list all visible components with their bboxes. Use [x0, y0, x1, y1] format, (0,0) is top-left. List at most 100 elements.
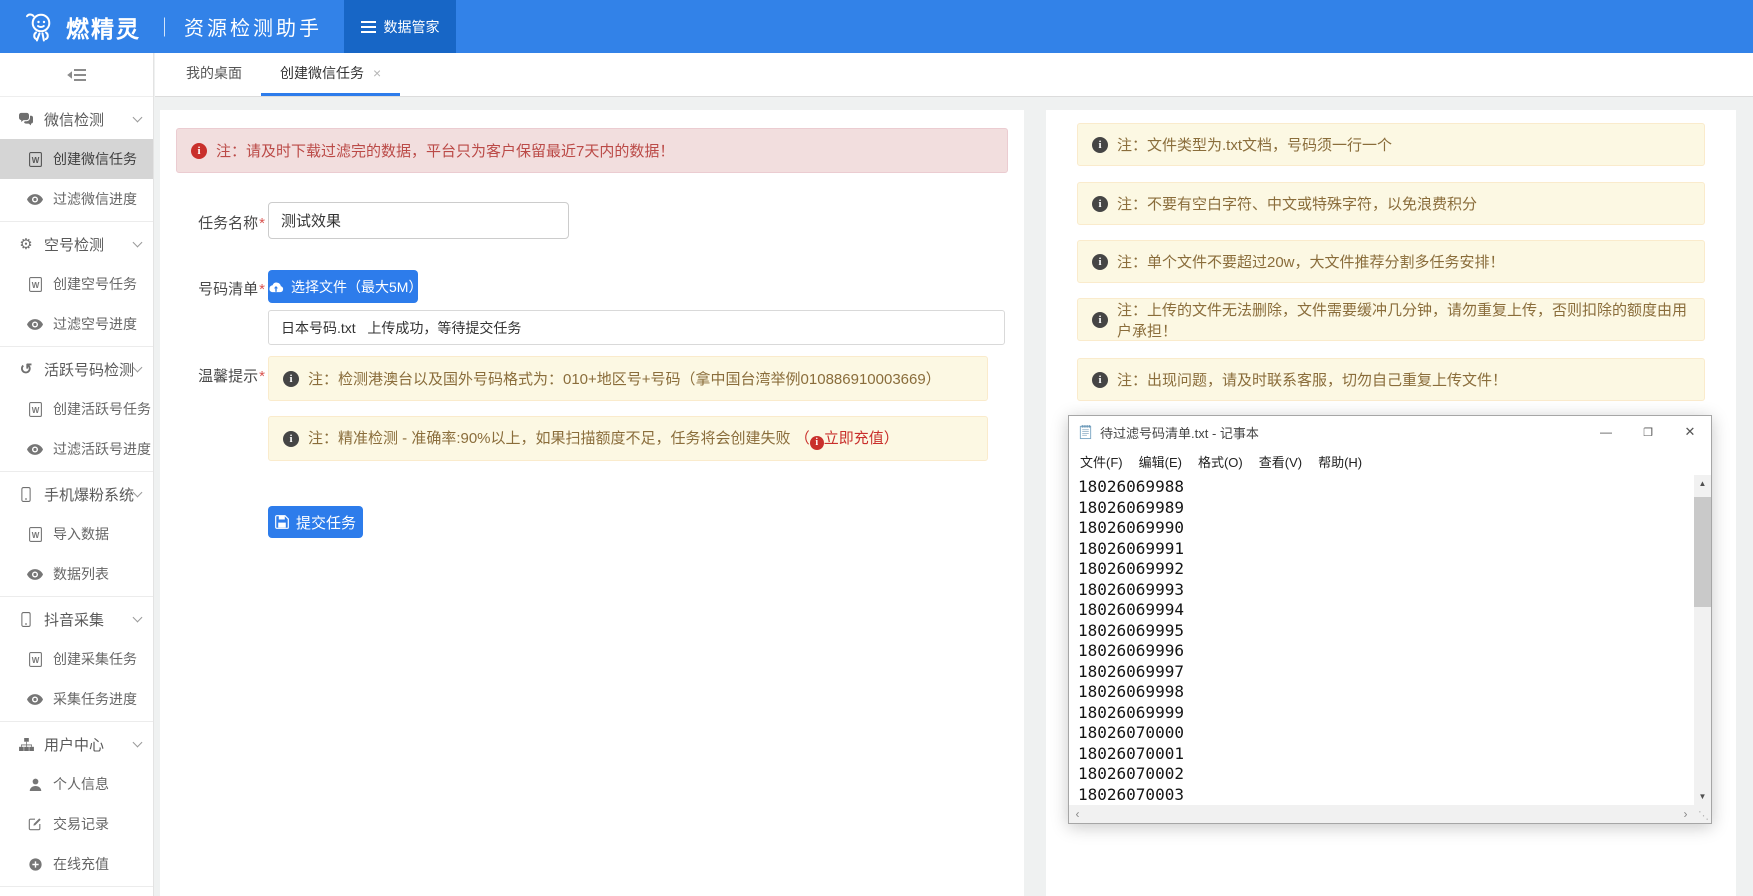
sidebar-item-label: 过滤微信进度 [53, 189, 137, 209]
choose-file-button[interactable]: 选择文件（最大5M） [268, 270, 418, 303]
note-text: 注：出现问题，请及时联系客服，切勿自己重复上传文件！ [1117, 369, 1507, 390]
sidebar-group-douyin-collect[interactable]: 抖音采集 [0, 599, 153, 639]
close-button[interactable]: ✕ [1669, 416, 1711, 448]
info-icon: i [191, 143, 207, 159]
gear-icon: ⚙ [17, 237, 35, 252]
data-manager-button[interactable]: 数据管家 [344, 0, 456, 53]
sidebar-item-label: 创建微信任务 [53, 149, 137, 169]
menu-help[interactable]: 帮助(H) [1310, 452, 1370, 471]
sitemap-icon [17, 738, 35, 751]
file-word-icon: W [27, 277, 43, 292]
phone-number-line: 18026069995 [1078, 621, 1694, 642]
menu-edit[interactable]: 编辑(E) [1131, 452, 1190, 471]
notes-panel: i 注：文件类型为.txt文档，号码须一行一个 i 注：不要有空白字符、中文或特… [1046, 110, 1736, 896]
tab-label: 创建微信任务 [280, 63, 364, 83]
tab-create-wechat-task[interactable]: 创建微信任务 × [261, 53, 400, 96]
note-contact-support: i 注：出现问题，请及时联系客服，切勿自己重复上传文件！ [1077, 358, 1705, 401]
eye-icon [27, 569, 43, 580]
tab-close-icon[interactable]: × [373, 65, 381, 81]
sidebar-group-wechat-check[interactable]: 微信检测 [0, 99, 153, 139]
phone-number-line: 18026070000 [1078, 723, 1694, 744]
horizontal-scrollbar[interactable]: ‹ › [1069, 805, 1694, 823]
scroll-up-icon[interactable]: ▲ [1694, 475, 1711, 492]
scroll-right-icon[interactable]: › [1677, 805, 1694, 823]
sidebar-item-create-collect-task[interactable]: W 创建采集任务 [0, 639, 153, 679]
sidebar-group-active-number-check[interactable]: ↺ 活跃号码检测 [0, 349, 153, 389]
vertical-scrollbar[interactable]: ▲ ▼ [1694, 475, 1711, 805]
comments-icon [17, 112, 35, 126]
eye-icon [27, 194, 43, 205]
upload-cloud-icon [268, 281, 284, 293]
menu-file[interactable]: 文件(F) [1072, 452, 1131, 471]
data-manager-label: 数据管家 [384, 17, 440, 37]
sidebar-item-filter-active-progress[interactable]: 过滤活跃号进度 [0, 429, 153, 469]
app-header: 燃精灵 ｜ 资源检测助手 数据管家 [0, 0, 1753, 53]
sidebar-item-create-empty-task[interactable]: W 创建空号任务 [0, 264, 153, 304]
minimize-button[interactable]: — [1585, 416, 1627, 448]
scroll-left-icon[interactable]: ‹ [1069, 805, 1086, 823]
phone-number-line: 18026069994 [1078, 600, 1694, 621]
sidebar-item-create-active-task[interactable]: W 创建活跃号任务 [0, 389, 153, 429]
sidebar-item-collect-task-progress[interactable]: 采集任务进度 [0, 679, 153, 719]
svg-text:W: W [31, 406, 39, 415]
sidebar-item-create-wechat-task[interactable]: W 创建微信任务 [0, 139, 153, 179]
phone-number-line: 18026069990 [1078, 518, 1694, 539]
phone-number-line: 18026069997 [1078, 662, 1694, 683]
sidebar-group: 手机爆粉系统 W 导入数据 数据列表 [0, 472, 153, 597]
sidebar-item-label: 创建活跃号任务 [53, 399, 151, 419]
sidebar-group: 抖音采集 W 创建采集任务 采集任务进度 [0, 597, 153, 722]
format-tip-text: 注：检测港澳台以及国外号码格式为：010+地区号+号码（拿中国台湾举例01088… [308, 368, 941, 389]
sidebar-item-label: 采集任务进度 [53, 689, 137, 709]
sidebar-group-empty-number-check[interactable]: ⚙ 空号检测 [0, 224, 153, 264]
chevron-down-icon [133, 237, 143, 247]
svg-text:W: W [31, 281, 39, 290]
phone-number-line: 18026069991 [1078, 539, 1694, 560]
submit-task-label: 提交任务 [296, 512, 356, 533]
sidebar-group: ⚙ 空号检测 W 创建空号任务 过滤空号进度 [0, 222, 153, 347]
sidebar-group-phone-fans-system[interactable]: 手机爆粉系统 [0, 474, 153, 514]
choose-file-label: 选择文件（最大5M） [291, 277, 418, 297]
sidebar-item-online-recharge[interactable]: 在线充值 [0, 844, 153, 884]
sidebar-item-transaction-records[interactable]: 交易记录 [0, 804, 153, 844]
task-name-input[interactable] [268, 202, 569, 239]
task-name-label: 任务名称* [175, 212, 265, 233]
upload-status-box: 日本号码.txt 上传成功，等待提交任务 [268, 310, 1005, 345]
notepad-text-area[interactable]: 18026069988 18026069989 18026069990 1802… [1069, 475, 1694, 805]
info-icon: i [1092, 254, 1108, 270]
brand-name: 燃精灵 [66, 10, 141, 44]
resize-grip-icon[interactable]: ⋱ [1694, 805, 1711, 823]
sidebar-item-data-list[interactable]: 数据列表 [0, 554, 153, 594]
info-icon: i [283, 431, 299, 447]
sidebar-group-user-center[interactable]: 用户中心 [0, 724, 153, 764]
sidebar-item-label: 创建采集任务 [53, 649, 137, 669]
plus-circle-icon [27, 858, 43, 871]
scroll-down-icon[interactable]: ▼ [1694, 788, 1711, 805]
menu-format[interactable]: 格式(O) [1190, 452, 1251, 471]
menu-view[interactable]: 查看(V) [1251, 452, 1310, 471]
maximize-button[interactable]: ❐ [1627, 416, 1669, 448]
sidebar-item-filter-empty-progress[interactable]: 过滤空号进度 [0, 304, 153, 344]
sidebar-item-personal-info[interactable]: 个人信息 [0, 764, 153, 804]
sidebar-group: ↺ 活跃号码检测 W 创建活跃号任务 过滤活跃号进度 [0, 347, 153, 472]
sidebar-item-import-data[interactable]: W 导入数据 [0, 514, 153, 554]
recharge-now-link[interactable]: 立即充值 [824, 430, 884, 447]
sidebar-group-label: 用户中心 [44, 734, 134, 755]
tab-my-desktop[interactable]: 我的桌面 [167, 53, 261, 96]
phone-number-line: 18026069988 [1078, 477, 1694, 498]
phone-number-line: 18026069999 [1078, 703, 1694, 724]
file-word-icon: W [27, 402, 43, 417]
number-list-label: 号码清单* [175, 278, 265, 299]
sidebar-collapse-icon[interactable] [66, 68, 87, 82]
product-title: 资源检测助手 [184, 12, 322, 41]
sidebar-item-filter-wechat-progress[interactable]: 过滤微信进度 [0, 179, 153, 219]
vertical-scroll-thumb[interactable] [1694, 497, 1711, 607]
sidebar-group-label: 空号检测 [44, 234, 134, 255]
sidebar-item-label: 导入数据 [53, 524, 109, 544]
eye-icon [27, 694, 43, 705]
submit-task-button[interactable]: 提交任务 [268, 506, 363, 538]
sidebar-nav: 微信检测 W 创建微信任务 过滤微信进度 ⚙ 空号检测 W 创建空号任务 [0, 53, 154, 896]
note-no-delete: i 注：上传的文件无法删除，文件需要缓冲几分钟，请勿重复上传，否则扣除的额度由用… [1077, 298, 1705, 341]
upload-status-text: 日本号码.txt 上传成功，等待提交任务 [281, 318, 521, 338]
svg-text:W: W [31, 656, 39, 665]
notepad-titlebar[interactable]: 待过滤号码清单.txt - 记事本 — ❐ ✕ [1069, 416, 1711, 448]
